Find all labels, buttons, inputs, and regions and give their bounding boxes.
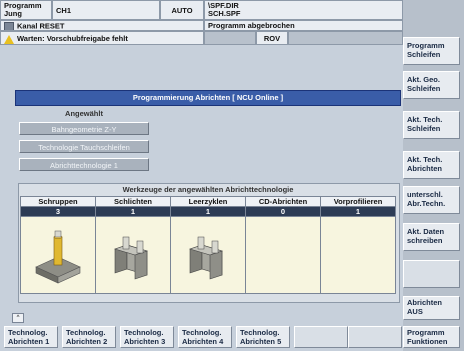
- dialog-title: Programmierung Abrichten [ NCU Online ]: [132, 93, 284, 102]
- hsoftkey-empty-6[interactable]: [294, 326, 348, 348]
- alarm-text: Warten: Vorschubfreigabe fehlt: [17, 34, 128, 43]
- path-line-2: SCH.SPF: [208, 9, 241, 18]
- hsoftkey-technolog-abrichten-1[interactable]: Technolog. Abrichten 1: [4, 326, 58, 348]
- col-header-cd-abrichten[interactable]: CD-Abrichten: [245, 196, 321, 207]
- count-cd-abrichten: 0: [245, 206, 321, 217]
- reset-icon: [4, 22, 14, 30]
- softkey-akt-tech-schleifen[interactable]: Akt. Tech. Schleifen: [403, 111, 460, 139]
- rov-cell: ROV: [256, 31, 288, 45]
- tool-cell-leerzyklen[interactable]: [170, 216, 246, 294]
- softkey-akt-daten-schreiben[interactable]: Akt. Daten schreiben: [403, 223, 460, 251]
- tool-cell-schruppen[interactable]: [20, 216, 96, 294]
- count-schlichten: 1: [95, 206, 171, 217]
- channel-name: CH1: [56, 6, 72, 15]
- selected-heading: Angewählt: [65, 109, 103, 118]
- col-header-schruppen[interactable]: Schruppen: [20, 196, 96, 207]
- softkey-akt-geo-schleifen[interactable]: Akt. Geo. Schleifen: [403, 71, 460, 99]
- tools-heading: Werkzeuge der angewählten Abrichttechnol…: [122, 185, 294, 194]
- count-leerzyklen: 1: [170, 206, 246, 217]
- alarm-cell: Warten: Vorschubfreigabe fehlt: [0, 31, 204, 45]
- col-header-vorprofilieren[interactable]: Vorprofilieren: [320, 196, 396, 207]
- tool-cell-schlichten[interactable]: [95, 216, 171, 294]
- hsoftkey-technolog-abrichten-3[interactable]: Technolog. Abrichten 3: [120, 326, 174, 348]
- program-status: Programm abgebrochen: [208, 21, 295, 30]
- status-blank-cell: [204, 31, 256, 45]
- channel-status-cell: Kanal RESET: [0, 20, 204, 31]
- recall-icon[interactable]: ^: [12, 313, 24, 323]
- channel-status: Kanal RESET: [17, 21, 65, 31]
- single-point-dresser-icon: [35, 230, 81, 284]
- selected-item-dressing-tech[interactable]: Abrichttechnologie 1: [19, 158, 149, 171]
- tool-cell-cd-abrichten[interactable]: [245, 216, 321, 294]
- softkey-programm-schleifen[interactable]: Programm Schleifen: [403, 37, 460, 65]
- mode-line-2: Jung: [4, 9, 22, 18]
- program-status-cell: Programm abgebrochen: [204, 20, 403, 31]
- tools-table: Schruppen Schlichten Leerzyklen CD-Abric…: [20, 196, 396, 294]
- hsoftkey-technolog-abrichten-5[interactable]: Technolog. Abrichten 5: [236, 326, 290, 348]
- softkey-akt-tech-abrichten[interactable]: Akt. Tech. Abrichten: [403, 151, 460, 179]
- count-schruppen: 3: [20, 206, 96, 217]
- col-header-leerzyklen[interactable]: Leerzyklen: [170, 196, 246, 207]
- op-mode-cell: AUTO: [160, 0, 204, 20]
- hmi-screen: Programm Jung CH1 AUTO \SPF.DIR SCH.SPF …: [0, 0, 464, 351]
- col-header-schlichten[interactable]: Schlichten: [95, 196, 171, 207]
- selected-item-technology[interactable]: Technologie Tauchschleifen: [19, 140, 149, 153]
- warning-icon: [4, 34, 14, 44]
- dialog-title-bar: Programmierung Abrichten [ NCU Online ]: [15, 90, 401, 106]
- roller-dresser-icon: [114, 236, 148, 280]
- path-cell: \SPF.DIR SCH.SPF: [204, 0, 403, 20]
- selected-item-geometry[interactable]: Bahngeometrie Z-Y: [19, 122, 149, 135]
- softkey-unterschl-abr-techn[interactable]: unterschl. Abr.Techn.: [403, 186, 460, 214]
- tool-cell-vorprofilieren[interactable]: [320, 216, 396, 294]
- softkey-abrichten-aus[interactable]: Abrichten AUS: [403, 296, 460, 320]
- status-blank-cell-2: [288, 31, 403, 45]
- roller-dresser-icon: [189, 236, 223, 280]
- channel-cell: CH1: [52, 0, 160, 20]
- program-mode-cell: Programm Jung: [0, 0, 52, 20]
- softkey-empty[interactable]: [403, 260, 460, 288]
- op-mode: AUTO: [171, 6, 193, 15]
- rov-indicator: ROV: [263, 34, 281, 43]
- count-vorprofilieren: 1: [320, 206, 396, 217]
- hsoftkey-programm-funktionen[interactable]: Programm Funktionen: [403, 326, 460, 348]
- hsoftkey-empty-7[interactable]: [348, 326, 402, 348]
- hsoftkey-technolog-abrichten-4[interactable]: Technolog. Abrichten 4: [178, 326, 232, 348]
- hsoftkey-technolog-abrichten-2[interactable]: Technolog. Abrichten 2: [62, 326, 116, 348]
